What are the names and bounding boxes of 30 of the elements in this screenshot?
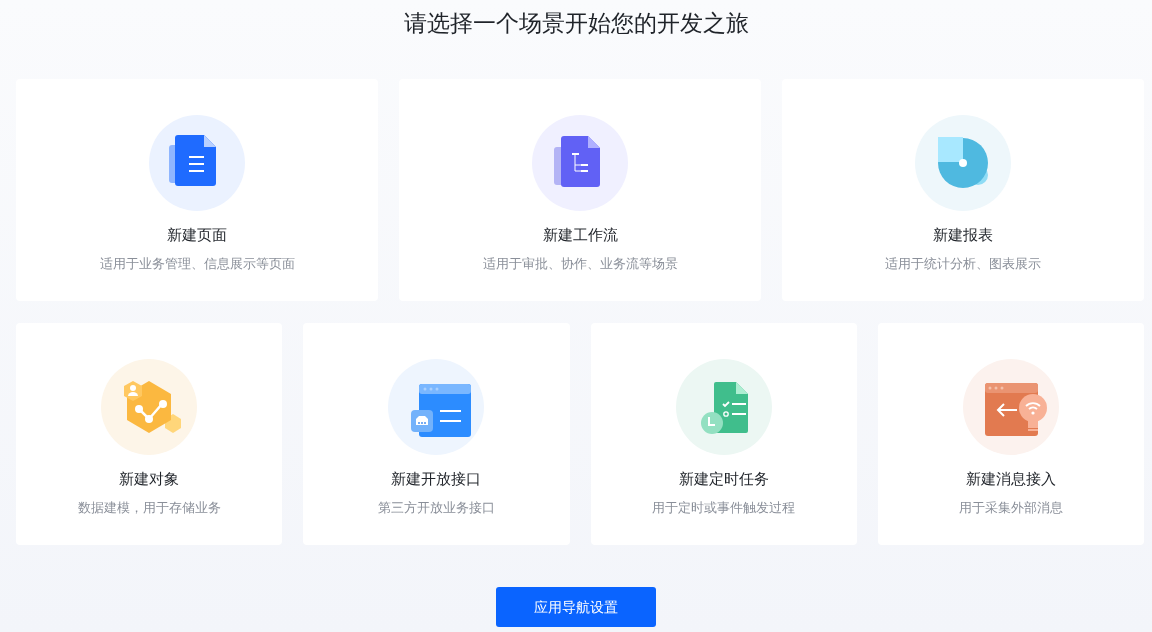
card-description: 适用于审批、协作、业务流等场景: [482, 254, 678, 273]
scenario-card[interactable]: 新建对象 数据建模，用于存储业务: [16, 323, 283, 545]
card-description: 适用于业务管理、信息展示等页面: [99, 254, 295, 273]
scenario-card[interactable]: 新建报表 适用于统计分析、图表展示: [782, 79, 1144, 301]
card-title: 新建报表: [933, 226, 993, 245]
flowchart-document-icon: [532, 115, 628, 211]
browser-window-icon: [388, 359, 485, 455]
card-title: 新建页面: [167, 226, 227, 245]
card-title: 新建工作流: [542, 226, 618, 245]
scenario-card[interactable]: 新建页面 适用于业务管理、信息展示等页面: [16, 79, 378, 301]
browser-wifi-icon: [962, 359, 1059, 455]
card-title: 新建对象: [119, 470, 180, 489]
card-description: 数据建模，用于存储业务: [77, 498, 221, 517]
card-title: 新建开放接口: [391, 470, 482, 489]
checklist-clock-icon: [675, 359, 772, 455]
document-icon: [149, 115, 245, 211]
navigation-settings-button[interactable]: 应用导航设置: [496, 587, 656, 627]
scenario-card[interactable]: 新建消息接入 用于采集外部消息: [877, 323, 1144, 545]
scenario-card[interactable]: 新建工作流 适用于审批、协作、业务流等场景: [399, 79, 761, 301]
pie-chart-icon: [915, 115, 1011, 211]
card-title: 新建定时任务: [678, 470, 769, 489]
page-heading: 请选择一个场景开始您的开发之旅: [403, 9, 749, 38]
card-description: 第三方开放业务接口: [377, 498, 495, 517]
hexagon-network-icon: [101, 359, 198, 455]
scenario-card[interactable]: 新建定时任务 用于定时或事件触发过程: [590, 323, 857, 545]
card-title: 新建消息接入: [965, 470, 1056, 489]
card-description: 用于采集外部消息: [958, 498, 1063, 517]
card-description: 用于定时或事件触发过程: [652, 498, 796, 517]
card-description: 适用于统计分析、图表展示: [885, 254, 1041, 273]
scenario-card[interactable]: 新建开放接口 第三方开放业务接口: [303, 323, 570, 545]
